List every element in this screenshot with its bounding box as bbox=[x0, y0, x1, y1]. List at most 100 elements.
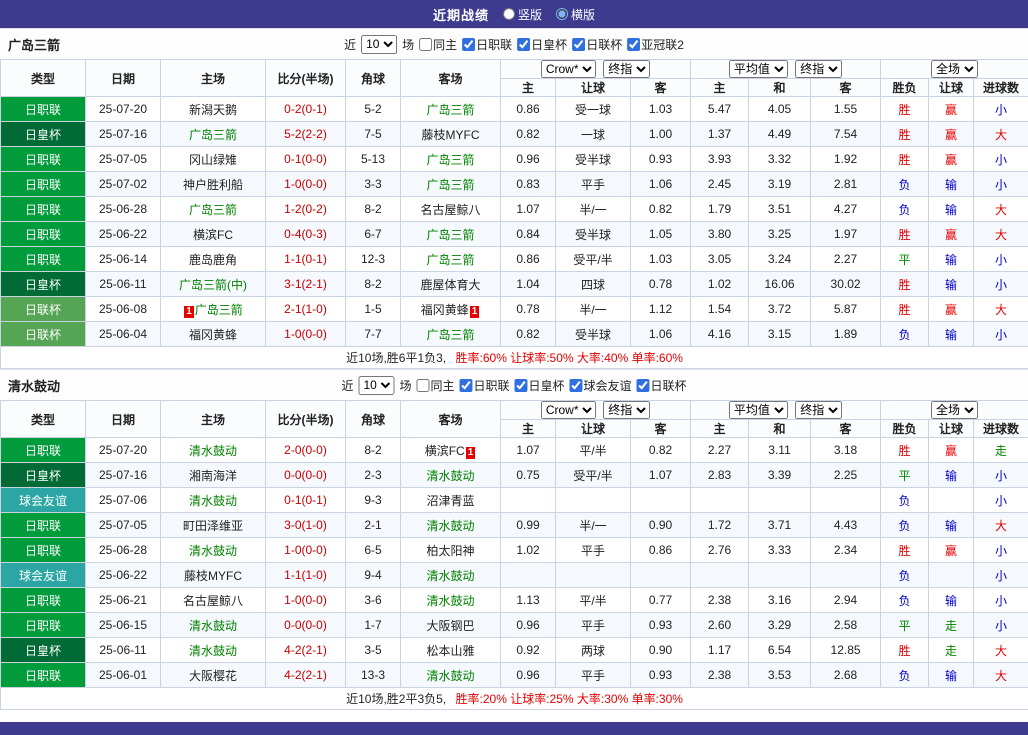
same-venue-filter[interactable]: 同主 bbox=[419, 36, 457, 53]
away-team-link[interactable]: 广岛三箭 bbox=[426, 178, 474, 192]
match-count-select[interactable]: 10 bbox=[361, 34, 398, 54]
away-team-link[interactable]: 福冈黄蜂 bbox=[421, 303, 469, 317]
col-odds-home: 主 bbox=[500, 78, 556, 97]
league-checkbox[interactable] bbox=[514, 378, 528, 392]
result-handicap: 赢 bbox=[928, 437, 975, 463]
home-team-link[interactable]: 大阪樱花 bbox=[189, 669, 237, 683]
match-score: 2-1(1-0) bbox=[265, 296, 346, 322]
final-index-select[interactable]: 终指 bbox=[603, 60, 651, 78]
final-index-select[interactable]: 终指 bbox=[603, 401, 651, 419]
result-handicap: 赢 bbox=[928, 296, 975, 322]
avg-away-odds: 12.85 bbox=[810, 637, 882, 663]
handicap-away-odds bbox=[629, 562, 692, 588]
away-team-link[interactable]: 大阪钢巴 bbox=[426, 619, 474, 633]
col-avg-draw: 和 bbox=[748, 419, 812, 438]
home-team-link[interactable]: 广岛三箭(中) bbox=[179, 278, 247, 292]
home-team-link[interactable]: 清水鼓动 bbox=[189, 644, 237, 658]
league-checkbox[interactable] bbox=[636, 378, 650, 392]
bookmaker-select[interactable]: Crow* bbox=[540, 401, 596, 419]
league-checkbox[interactable] bbox=[517, 37, 531, 51]
corner-count: 1-5 bbox=[345, 296, 401, 322]
home-team-link[interactable]: 湘南海洋 bbox=[189, 469, 237, 483]
home-team-link[interactable]: 清水鼓动 bbox=[189, 494, 237, 508]
home-team-link[interactable]: 广岛三箭 bbox=[195, 303, 243, 317]
vertical-layout-radio[interactable] bbox=[502, 8, 515, 20]
league-checkbox[interactable] bbox=[459, 378, 473, 392]
home-team-link[interactable]: 清水鼓动 bbox=[189, 444, 237, 458]
home-team-link[interactable]: 清水鼓动 bbox=[189, 544, 237, 558]
league-checkbox[interactable] bbox=[627, 37, 641, 51]
home-team-link[interactable]: 福冈黄蜂 bbox=[189, 328, 237, 342]
section-header: 清水鼓动 近 10 场 同主 日职联 日皇杯 球会友谊 日联杯 bbox=[0, 370, 1028, 400]
league-filter-3[interactable]: 球会友谊 bbox=[569, 377, 632, 394]
home-team-link[interactable]: 名古屋鲸八 bbox=[183, 594, 243, 608]
home-team-link[interactable]: 鹿岛鹿角 bbox=[189, 253, 237, 267]
home-team-link[interactable]: 藤枝MYFC bbox=[184, 569, 242, 583]
away-team-link[interactable]: 广岛三箭 bbox=[426, 328, 474, 342]
matches-label: 场 bbox=[399, 378, 412, 393]
league-checkbox[interactable] bbox=[569, 378, 583, 392]
home-team-link[interactable]: 冈山绿雉 bbox=[189, 153, 237, 167]
league-filter-2[interactable]: 日皇杯 bbox=[517, 36, 567, 53]
home-team-link[interactable]: 新潟天鹅 bbox=[189, 103, 237, 117]
away-team-link[interactable]: 名古屋鲸八 bbox=[420, 203, 480, 217]
average-select[interactable]: 平均值 bbox=[728, 401, 788, 419]
layout-option-horizontal[interactable]: 横版 bbox=[556, 6, 595, 23]
away-team-link[interactable]: 横滨FC bbox=[425, 444, 465, 458]
handicap-away-odds bbox=[629, 487, 692, 513]
league-filter-2[interactable]: 日皇杯 bbox=[514, 377, 565, 394]
away-team-link[interactable]: 广岛三箭 bbox=[426, 103, 474, 117]
match-score: 0-2(0-1) bbox=[265, 96, 346, 122]
same-venue-checkbox[interactable] bbox=[416, 378, 430, 392]
bookmaker-select[interactable]: Crow* bbox=[540, 60, 596, 78]
away-team-link[interactable]: 清水鼓动 bbox=[426, 519, 474, 533]
away-team-link[interactable]: 柏太阳神 bbox=[426, 544, 474, 558]
away-team-link[interactable]: 沼津青蓝 bbox=[426, 494, 474, 508]
layout-option-vertical[interactable]: 竖版 bbox=[502, 6, 542, 23]
league-filter-4[interactable]: 亚冠联2 bbox=[627, 36, 684, 53]
away-team-link[interactable]: 广岛三箭 bbox=[426, 228, 474, 242]
league-checkbox[interactable] bbox=[462, 37, 476, 51]
same-venue-filter[interactable]: 同主 bbox=[416, 377, 454, 394]
league-filter-4[interactable]: 日联杯 bbox=[636, 377, 687, 394]
same-venue-checkbox[interactable] bbox=[419, 37, 433, 51]
result-outcome: 胜 bbox=[880, 537, 930, 563]
away-team-link[interactable]: 清水鼓动 bbox=[426, 669, 474, 683]
away-team-link[interactable]: 广岛三箭 bbox=[426, 253, 474, 267]
away-team-link[interactable]: 藤枝MYFC bbox=[422, 128, 480, 142]
league-filter-1[interactable]: 日职联 bbox=[459, 377, 510, 394]
away-team-link[interactable]: 鹿屋体育大 bbox=[420, 278, 480, 292]
home-team-link[interactable]: 横滨FC bbox=[193, 228, 233, 242]
full-time-select[interactable]: 全场 bbox=[931, 60, 979, 78]
handicap-away-odds: 1.12 bbox=[629, 296, 692, 322]
result-outcome: 平 bbox=[880, 246, 930, 272]
home-team-link[interactable]: 神户胜利船 bbox=[183, 178, 243, 192]
horizontal-layout-radio[interactable] bbox=[556, 8, 568, 20]
final-index-select-2[interactable]: 终指 bbox=[795, 60, 843, 78]
away-team-link[interactable]: 松本山雅 bbox=[426, 644, 474, 658]
home-team-link[interactable]: 清水鼓动 bbox=[189, 619, 237, 633]
away-team-link[interactable]: 清水鼓动 bbox=[426, 569, 474, 583]
league-checkbox[interactable] bbox=[572, 37, 586, 51]
home-team-link[interactable]: 町田泽维亚 bbox=[183, 519, 243, 533]
match-date: 25-06-14 bbox=[85, 246, 161, 272]
league-filter-3[interactable]: 日联杯 bbox=[572, 36, 622, 53]
match-score: 0-4(0-3) bbox=[265, 221, 346, 247]
handicap-line bbox=[555, 562, 631, 588]
full-time-select[interactable]: 全场 bbox=[931, 401, 979, 419]
league-filter-1[interactable]: 日职联 bbox=[462, 36, 512, 53]
away-team-link[interactable]: 清水鼓动 bbox=[426, 469, 474, 483]
home-team-link[interactable]: 广岛三箭 bbox=[189, 128, 237, 142]
match-count-select[interactable]: 10 bbox=[358, 375, 395, 395]
away-team-link[interactable]: 清水鼓动 bbox=[426, 594, 474, 608]
result-goals: 大 bbox=[973, 512, 1028, 538]
average-select[interactable]: 平均值 bbox=[728, 60, 788, 78]
avg-draw-odds: 3.53 bbox=[748, 662, 812, 688]
col-avg-away: 客 bbox=[810, 78, 882, 97]
result-outcome: 胜 bbox=[880, 96, 930, 122]
final-index-select-2[interactable]: 终指 bbox=[795, 401, 843, 419]
match-date: 25-07-06 bbox=[85, 487, 161, 513]
away-team-link[interactable]: 广岛三箭 bbox=[426, 153, 474, 167]
result-goals: 小 bbox=[973, 537, 1028, 563]
home-team-link[interactable]: 广岛三箭 bbox=[189, 203, 237, 217]
